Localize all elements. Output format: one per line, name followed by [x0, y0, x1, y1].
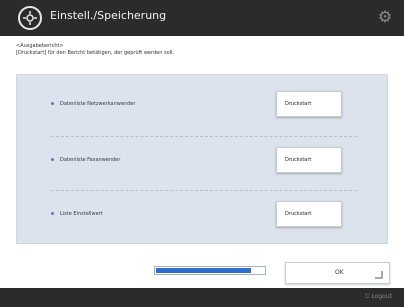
instructions-text: [Druckstart] für den Bericht betätigen, … — [16, 50, 175, 56]
ok-button[interactable]: OK — [285, 262, 390, 284]
instructions: <Ausgabebericht> [Druckstart] für den Be… — [16, 43, 174, 57]
title-bar: Einstell./Speicherung ⚙ — [0, 0, 404, 36]
report-label: Liste Einstellwert — [51, 211, 103, 217]
gear-icon[interactable]: ⚙ — [376, 8, 394, 26]
report-label-text: Datenliste Netzwerkanwender — [60, 101, 136, 107]
report-label-text: Datenliste Faxanwender — [60, 157, 121, 163]
divider — [51, 190, 357, 191]
progress-fill — [156, 268, 251, 273]
bullet-icon — [51, 212, 54, 215]
page-title: Einstell./Speicherung — [50, 9, 167, 22]
logout-button[interactable]: ⎋ Logout — [365, 293, 392, 301]
report-list-panel: Datenliste Netzwerkanwender Druckstart D… — [16, 74, 388, 244]
ok-label: OK — [335, 269, 344, 276]
print-start-button[interactable]: Druckstart — [276, 91, 342, 117]
print-start-button[interactable]: Druckstart — [276, 147, 342, 173]
report-row: Liste Einstellwert Druckstart — [17, 192, 387, 238]
print-start-button[interactable]: Druckstart — [276, 201, 342, 227]
divider — [51, 136, 357, 137]
report-row: Datenliste Netzwerkanwender Druckstart — [17, 82, 387, 128]
report-label-text: Liste Einstellwert — [60, 211, 103, 217]
bullet-icon — [51, 158, 54, 161]
bottom-bar: ⎋ Logout — [0, 288, 404, 307]
progress-bar — [154, 266, 266, 275]
report-label: Datenliste Netzwerkanwender — [51, 101, 135, 107]
report-row: Datenliste Faxanwender Druckstart — [17, 138, 387, 184]
settings-app-icon — [18, 6, 42, 30]
bullet-icon — [51, 102, 54, 105]
report-label: Datenliste Faxanwender — [51, 157, 120, 163]
corner-mark-icon — [375, 271, 383, 279]
logout-label: Logout — [371, 293, 392, 300]
instructions-heading: <Ausgabebericht> — [16, 43, 64, 49]
